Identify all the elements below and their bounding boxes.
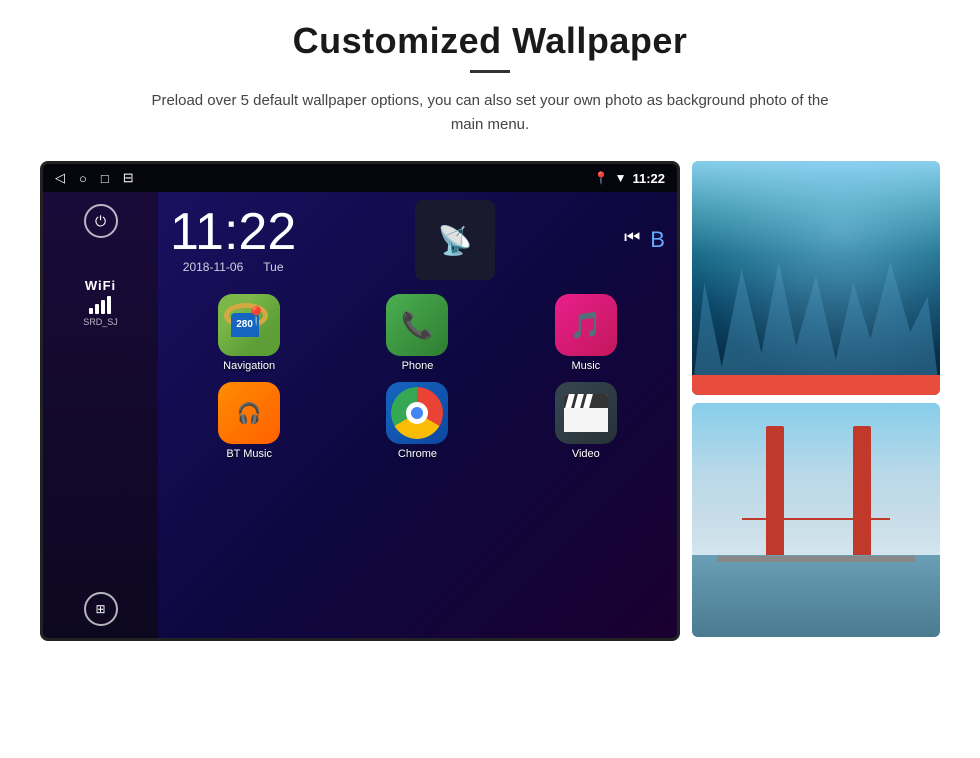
btmusic-icon: 🎧 — [218, 382, 280, 444]
android-main: ⏻ WiFi SRD_SJ ⊞ — [43, 192, 677, 638]
wifi-widget: WiFi SRD_SJ — [83, 278, 118, 327]
android-sidebar: ⏻ WiFi SRD_SJ ⊞ — [43, 192, 158, 638]
clapperboard-top — [564, 394, 608, 408]
nav-icon: 280 📍 — [218, 294, 280, 356]
media-icon: 📡 — [438, 224, 473, 257]
phone-icon: 📞 — [386, 294, 448, 356]
location-icon: 📍 — [594, 171, 609, 185]
page-title: Customized Wallpaper — [293, 20, 688, 62]
wallpaper-ice-bg — [692, 161, 940, 395]
wallpaper-ice-cave[interactable] — [692, 161, 940, 395]
wallpaper-bridge-bg — [692, 403, 940, 637]
clock-left: 11:22 2018-11-06 Tue — [170, 206, 296, 274]
video-icon-inner — [555, 382, 617, 444]
wifi-ssid: SRD_SJ — [83, 317, 118, 327]
chrome-outer — [391, 387, 443, 439]
clap-stripe-3 — [583, 394, 593, 408]
status-left: ◁ ○ □ ⊟ — [55, 170, 134, 186]
wallpaper-bridge[interactable] — [692, 403, 940, 637]
bt-inner: 🎧 — [218, 382, 280, 444]
video-label: Video — [572, 448, 600, 460]
wifi-bar-4 — [107, 296, 111, 314]
clapperboard — [564, 394, 608, 432]
wifi-bar-3 — [101, 300, 105, 314]
status-bar: ◁ ○ □ ⊟ 📍 ▼ 11:22 — [43, 164, 677, 192]
media-widget[interactable]: 📡 — [415, 200, 495, 280]
back-icon[interactable]: ◁ — [55, 170, 65, 186]
chrome-icon — [386, 382, 448, 444]
clock-date: 2018-11-06 Tue — [183, 260, 284, 274]
clap-stripe-2 — [574, 394, 584, 408]
all-apps-button[interactable]: ⊞ — [84, 592, 118, 626]
clap-stripe-1 — [565, 394, 575, 408]
wifi-bar-1 — [89, 308, 93, 314]
app-btmusic[interactable]: 🎧 BT Music — [170, 382, 328, 460]
clock-day-value: Tue — [263, 260, 283, 274]
recents-icon[interactable]: □ — [101, 171, 109, 186]
clock-date-value: 2018-11-06 — [183, 260, 244, 274]
wifi-bar-2 — [95, 304, 99, 314]
page-wrapper: Customized Wallpaper Preload over 5 defa… — [0, 0, 980, 758]
content-area: ◁ ○ □ ⊟ 📍 ▼ 11:22 ⏻ WiFi — [40, 161, 940, 641]
app-video[interactable]: Video — [507, 382, 665, 460]
nav-map-bg: 280 📍 — [218, 294, 280, 356]
music-icon: 🎵 — [555, 294, 617, 356]
chrome-inner — [406, 402, 428, 424]
chrome-icon-inner — [391, 387, 443, 439]
app-chrome[interactable]: Chrome — [338, 382, 496, 460]
home-icon[interactable]: ○ — [79, 171, 87, 186]
media-controls: ⏮ B — [624, 227, 665, 253]
app-navigation[interactable]: 280 📍 Navigation — [170, 294, 328, 372]
wifi-bars — [89, 296, 111, 314]
app-music[interactable]: 🎵 Music — [507, 294, 665, 372]
clapperboard-body — [564, 408, 608, 432]
music-label: Music — [571, 360, 600, 372]
app-grid: 280 📍 Navigation 📞 Phone — [166, 290, 669, 464]
screenshot-icon[interactable]: ⊟ — [123, 170, 134, 186]
video-icon — [555, 382, 617, 444]
bridge-cable — [742, 518, 891, 520]
chrome-label: Chrome — [398, 448, 437, 460]
wallpaper-top-strip — [692, 375, 940, 395]
bridge-tower-right — [853, 426, 871, 555]
status-time: 11:22 — [632, 171, 665, 186]
page-description: Preload over 5 default wallpaper options… — [140, 89, 840, 137]
android-center: 11:22 2018-11-06 Tue 📡 ⏮ B — [158, 192, 677, 638]
bluetooth-icon: B — [650, 227, 665, 253]
android-device: ◁ ○ □ ⊟ 📍 ▼ 11:22 ⏻ WiFi — [40, 161, 680, 641]
clock-time: 11:22 — [170, 206, 296, 258]
title-divider — [470, 70, 510, 73]
wifi-label: WiFi — [85, 278, 116, 293]
phone-label: Phone — [402, 360, 434, 372]
wallpaper-thumbnails — [692, 161, 940, 641]
prev-track-icon[interactable]: ⏮ — [624, 227, 640, 253]
app-phone[interactable]: 📞 Phone — [338, 294, 496, 372]
nav-pin-icon: 📍 — [245, 306, 267, 327]
status-right: 📍 ▼ 11:22 — [594, 171, 665, 186]
clock-widget: 11:22 2018-11-06 Tue 📡 ⏮ B — [166, 200, 669, 280]
bridge-tower-left — [766, 426, 784, 555]
bridge-road — [717, 556, 915, 562]
power-button[interactable]: ⏻ — [84, 204, 118, 238]
btmusic-label: BT Music — [226, 448, 272, 460]
nav-label: Navigation — [223, 360, 275, 372]
wifi-icon: ▼ — [615, 171, 627, 185]
bridge-water — [692, 555, 940, 637]
